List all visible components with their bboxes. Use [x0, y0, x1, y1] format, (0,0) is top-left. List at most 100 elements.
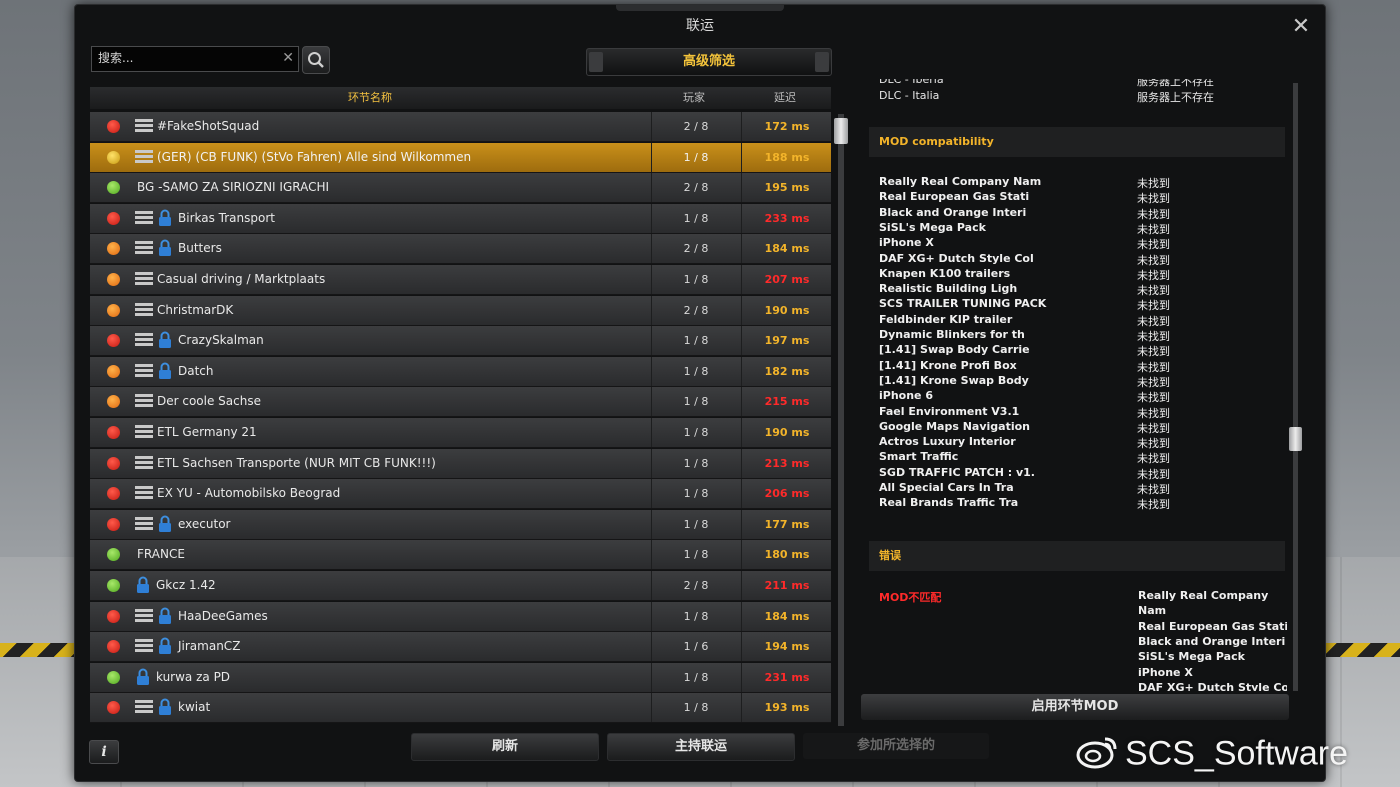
- server-ping: 233 ms: [741, 204, 831, 233]
- advanced-filter-button[interactable]: 高级筛选: [586, 48, 832, 76]
- watermark-text: SCS_Software: [1125, 734, 1348, 773]
- server-name: kurwa za PD: [156, 670, 231, 684]
- server-icon: [135, 211, 153, 226]
- dlc-status: 服务器上不存在: [1137, 79, 1214, 88]
- mod-name: SiSL's Mega Pack: [879, 220, 986, 234]
- server-players: 1 / 8: [651, 693, 740, 722]
- server-row[interactable]: Birkas Transport 1 / 8 233 ms: [90, 204, 831, 234]
- watermark: SCS_Software: [1075, 733, 1348, 773]
- server-name: Datch: [178, 364, 214, 378]
- server-icon: [135, 364, 153, 379]
- status-dot-icon: [107, 365, 120, 378]
- status-dot-icon: [107, 426, 120, 439]
- status-dot-icon: [107, 548, 120, 561]
- server-row[interactable]: ETL Sachsen Transporte (NUR MIT CB FUNK!…: [90, 449, 831, 479]
- server-name: Der coole Sachse: [157, 394, 261, 408]
- server-ping: 197 ms: [741, 326, 831, 355]
- mismatch-mod-name: Black and Orange Interi: [1138, 634, 1286, 648]
- server-name: CrazySkalman: [178, 333, 264, 347]
- lock-icon: [136, 668, 150, 686]
- server-row[interactable]: Der coole Sachse 1 / 8 215 ms: [90, 387, 831, 417]
- server-ping: 172 ms: [741, 112, 831, 141]
- mod-name: Actros Luxury Interior: [879, 435, 1016, 449]
- status-dot-icon: [107, 181, 120, 194]
- server-details-panel: DLC - Iberia 服务器上不存在 DLC - Italia 服务器上不存在 MO…: [861, 79, 1287, 691]
- mod-name: Really Real Company Nam: [879, 175, 1042, 188]
- server-icon: [135, 517, 153, 532]
- search-button[interactable]: [302, 46, 330, 74]
- lock-icon: [158, 362, 172, 380]
- server-row[interactable]: BG -SAMO ZA SIRIOZNI IGRACHI 2 / 8 195 ms: [90, 173, 831, 203]
- server-list-scroll-thumb[interactable]: [834, 118, 848, 144]
- join-selected-button[interactable]: 参加所选择的: [803, 733, 989, 759]
- server-name: ChristmarDK: [157, 303, 234, 317]
- server-list: #FakeShotSquad 2 / 8 172 ms (GER) (CB FUNK)…: [90, 112, 831, 724]
- server-ping: 215 ms: [741, 387, 831, 416]
- server-name: BG -SAMO ZA SIRIOZNI IGRACHI: [137, 180, 330, 194]
- server-row[interactable]: ChristmarDK 2 / 8 190 ms: [90, 296, 831, 326]
- mod-status: 未找到: [1137, 467, 1170, 481]
- server-name: EX YU - Automobilsko Beograd: [157, 486, 341, 500]
- server-icon: [135, 609, 153, 624]
- info-button[interactable]: i: [89, 740, 119, 764]
- mod-name: Knapen K100 trailers: [879, 266, 1011, 280]
- mismatch-mod-name: DAF XG+ Dutch Style Col: [1138, 680, 1287, 691]
- server-row[interactable]: kurwa za PD 1 / 8 231 ms: [90, 663, 831, 693]
- server-row[interactable]: CrazySkalman 1 / 8 197 ms: [90, 326, 831, 356]
- server-row[interactable]: Casual driving / Marktplaats 1 / 8 207 ms: [90, 265, 831, 295]
- server-players: 1 / 8: [651, 540, 740, 569]
- server-row[interactable]: kwiat 1 / 8 193 ms: [90, 693, 831, 723]
- server-list-header: 环节名称 玩家 延迟: [90, 87, 831, 109]
- server-row[interactable]: JiramanCZ 1 / 6 194 ms: [90, 632, 831, 662]
- server-list-scrollbar[interactable]: [834, 114, 848, 726]
- dlc-status: 服务器上不存在: [1137, 91, 1214, 104]
- mismatch-mod-name: Nam: [1138, 604, 1167, 618]
- mod-name: [1.41] Krone Profi Box: [879, 358, 1017, 372]
- status-dot-icon: [107, 701, 120, 714]
- server-ping: 213 ms: [741, 449, 831, 478]
- server-icon: [135, 456, 153, 471]
- mod-status: 未找到: [1137, 330, 1170, 343]
- mod-status: 未找到: [1137, 375, 1170, 389]
- details-scrollbar[interactable]: [1289, 83, 1302, 691]
- background-hazard-stripe-left: [0, 643, 80, 657]
- mod-name: Real Brands Traffic Tra: [879, 496, 1019, 510]
- search-input[interactable]: [92, 47, 280, 69]
- clear-search-icon[interactable]: ✕: [282, 50, 294, 66]
- status-dot-icon: [107, 304, 120, 317]
- server-row[interactable]: Gkcz 1.42 2 / 8 211 ms: [90, 571, 831, 601]
- details-scroll-thumb[interactable]: [1289, 427, 1302, 451]
- mod-name: Realistic Building Ligh: [879, 282, 1018, 296]
- server-row[interactable]: Butters 2 / 8 184 ms: [90, 234, 831, 264]
- column-header-ping[interactable]: 延迟: [774, 87, 796, 109]
- enable-convoy-mods-button[interactable]: 启用环节MOD: [861, 694, 1289, 720]
- dlc-name: DLC - Iberia: [879, 79, 944, 86]
- server-row[interactable]: FRANCE 1 / 8 180 ms: [90, 540, 831, 570]
- close-icon[interactable]: ✕: [1291, 16, 1311, 38]
- column-header-name[interactable]: 环节名称: [348, 87, 392, 109]
- server-ping: 180 ms: [741, 540, 831, 569]
- lock-icon: [136, 576, 150, 594]
- server-row[interactable]: HaaDeeGames 1 / 8 184 ms: [90, 602, 831, 632]
- server-row[interactable]: #FakeShotSquad 2 / 8 172 ms: [90, 112, 831, 142]
- server-row[interactable]: ETL Germany 21 1 / 8 190 ms: [90, 418, 831, 448]
- mod-name: Fael Environment V3.1: [879, 404, 1020, 418]
- server-row[interactable]: (GER) (CB FUNK) (StVo Fahren) Alle sind …: [90, 143, 831, 173]
- mod-name: Black and Orange Interi: [879, 205, 1027, 219]
- status-dot-icon: [107, 242, 120, 255]
- mod-status: 未找到: [1137, 253, 1170, 267]
- mod-name: iPhone X: [879, 236, 934, 250]
- server-icon: [135, 639, 153, 654]
- refresh-button[interactable]: 刷新: [411, 733, 599, 761]
- server-icon: [135, 272, 153, 287]
- server-row[interactable]: Datch 1 / 8 182 ms: [90, 357, 831, 387]
- server-ping: 190 ms: [741, 296, 831, 325]
- weibo-icon: [1075, 733, 1119, 778]
- server-row[interactable]: executor 1 / 8 177 ms: [90, 510, 831, 540]
- host-convoy-button[interactable]: 主持联运: [607, 733, 795, 761]
- server-players: 1 / 8: [651, 449, 740, 478]
- mod-status: 未找到: [1137, 177, 1170, 190]
- dlc-name: DLC - Italia: [879, 89, 940, 102]
- column-header-players[interactable]: 玩家: [683, 87, 705, 109]
- server-row[interactable]: EX YU - Automobilsko Beograd 1 / 8 206 ms: [90, 479, 831, 509]
